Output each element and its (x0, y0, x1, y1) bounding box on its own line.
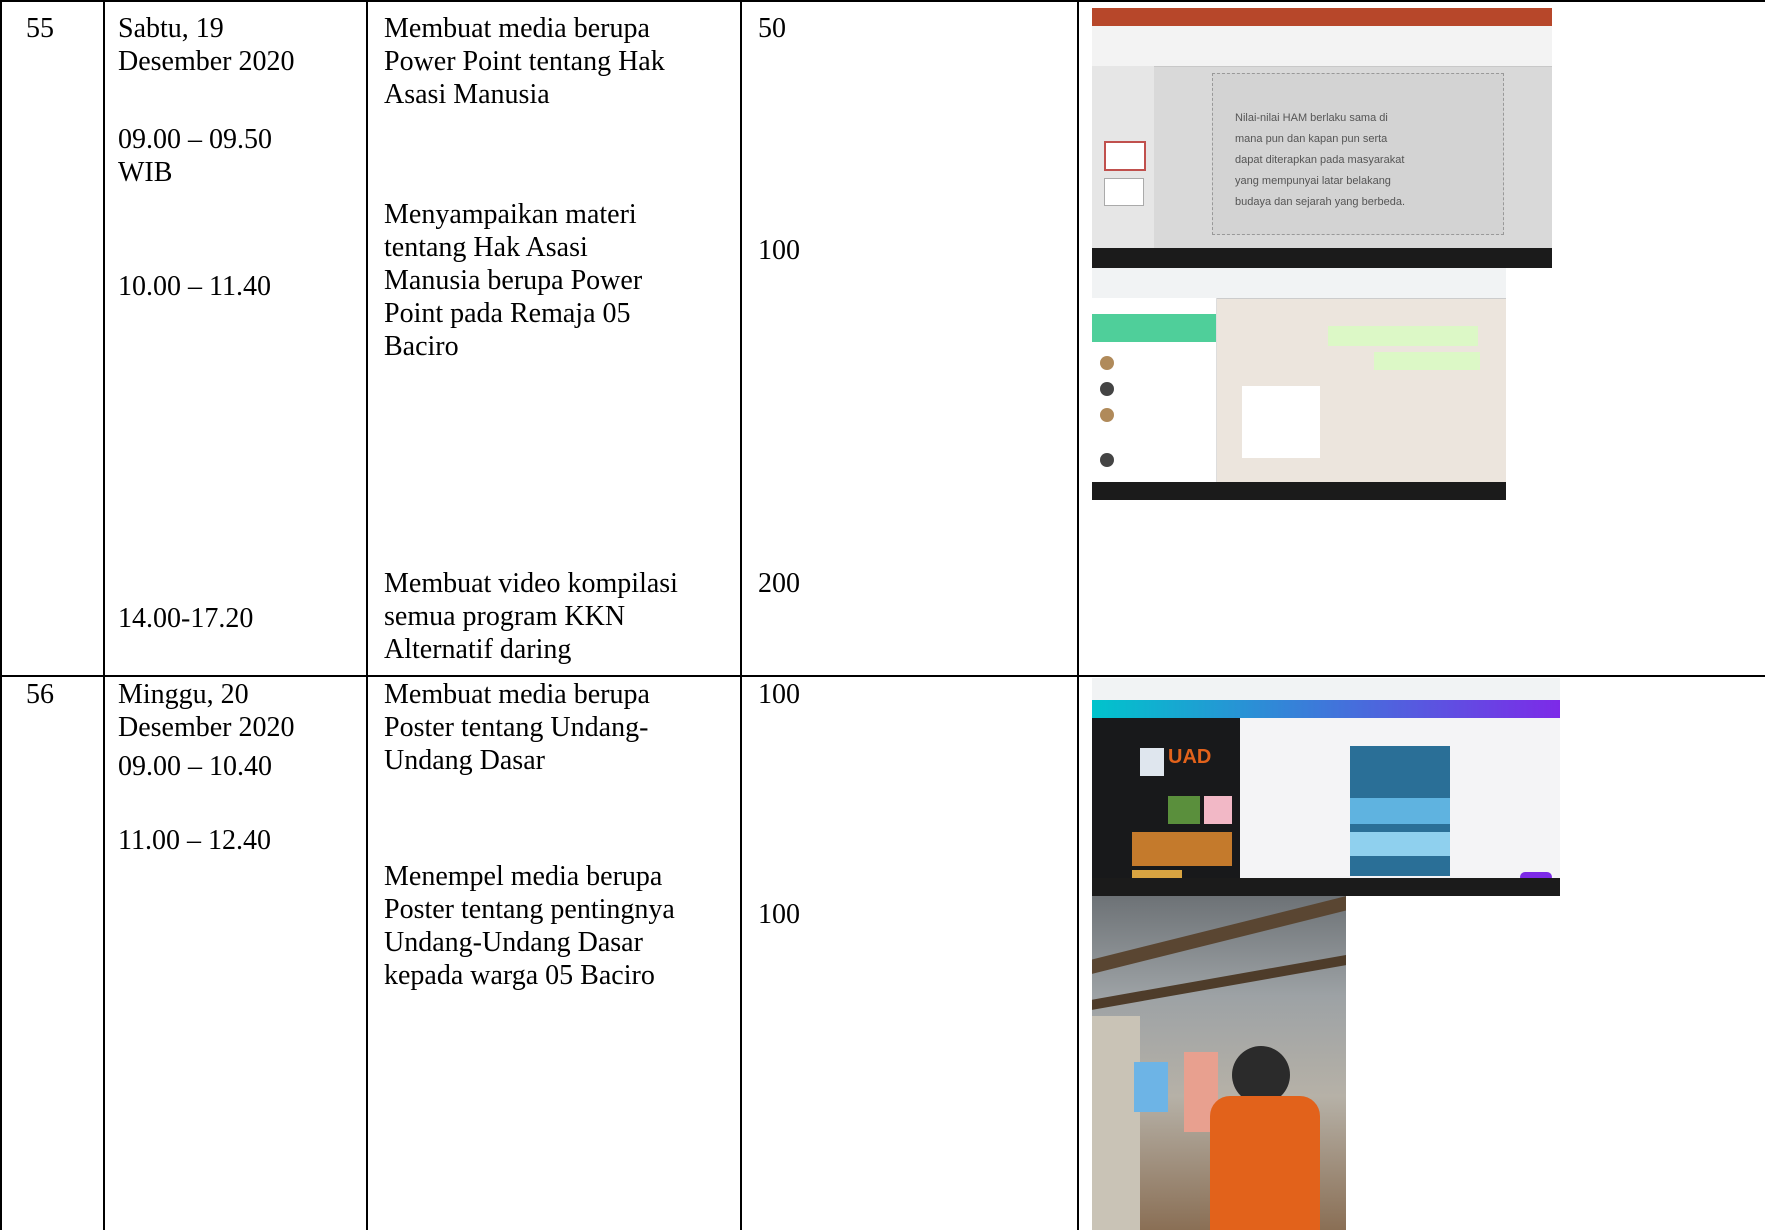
poster-sheet (1134, 1062, 1168, 1112)
windows-taskbar (1092, 482, 1506, 500)
activity-cell: Membuat media berupa Poster tentang Unda… (384, 679, 650, 776)
table-col-line (0, 0, 2, 1230)
whatsapp-screenshot (1092, 268, 1506, 500)
chat-avatar (1100, 356, 1114, 370)
table-col-line (103, 0, 105, 1230)
poster-canvas (1350, 746, 1450, 876)
value-cell: 200 (758, 568, 800, 599)
time-cell: 09.00 – 09.50 WIB (118, 124, 272, 188)
time-cell: 11.00 – 12.40 (118, 825, 271, 856)
poster-band (1350, 798, 1450, 824)
value-cell: 100 (758, 235, 800, 266)
message-bubble-outgoing (1374, 352, 1480, 370)
poster-band (1350, 832, 1450, 856)
table-col-line (740, 0, 742, 1230)
notification-banner (1092, 314, 1216, 342)
template-thumb (1140, 748, 1164, 776)
row-number: 56 (26, 679, 54, 710)
slide-thumbnail (1104, 141, 1146, 171)
table-col-line (1077, 0, 1079, 1230)
chat-list (1092, 298, 1217, 482)
row-number: 55 (26, 13, 54, 44)
message-bubble-outgoing (1328, 326, 1478, 346)
uad-logo: UAD (1168, 746, 1212, 768)
date-cell: Sabtu, 19 Desember 2020 (118, 13, 295, 77)
table-row-divider (0, 675, 1765, 677)
chat-avatar (1100, 408, 1114, 422)
message-bubble-incoming (1242, 386, 1320, 458)
browser-bar (1092, 268, 1506, 299)
time-cell: 14.00-17.20 (118, 603, 254, 634)
windows-taskbar (1092, 248, 1552, 268)
value-cell: 100 (758, 679, 800, 710)
template-thumb (1132, 832, 1232, 866)
canva-side-panel: UAD (1092, 718, 1240, 878)
ppt-title-bar (1092, 8, 1552, 26)
activity-cell: Menyampaikan materi tentang Hak Asasi Ma… (384, 199, 643, 362)
wall-pillar (1092, 1016, 1140, 1230)
poster-photo (1092, 896, 1346, 1230)
template-thumb (1204, 796, 1232, 824)
canva-screenshot: UAD (1092, 678, 1560, 896)
canva-toolbar (1092, 700, 1560, 718)
windows-taskbar (1092, 878, 1560, 896)
slide-body-text: Nilai-nilai HAM berlaku sama di mana pun… (1235, 112, 1406, 208)
time-cell: 09.00 – 10.40 (118, 751, 272, 782)
template-thumb (1168, 796, 1200, 824)
activity-cell: Menempel media berupa Poster tentang pen… (384, 861, 675, 991)
table-col-line (366, 0, 368, 1230)
browser-bar (1092, 678, 1560, 700)
chat-avatar (1100, 382, 1114, 396)
ppt-thumbnail-pane (1092, 66, 1154, 248)
slide-thumbnail (1104, 178, 1144, 206)
date-cell: Minggu, 20 Desember 2020 (118, 679, 295, 743)
ppt-ribbon (1092, 26, 1552, 67)
template-thumb (1132, 870, 1182, 878)
value-cell: 50 (758, 13, 786, 44)
time-cell: 10.00 – 11.40 (118, 271, 271, 302)
table-border-top (0, 0, 1765, 2)
powerpoint-screenshot: Nilai-nilai HAM berlaku sama di mana pun… (1092, 8, 1552, 268)
ppt-slide: Nilai-nilai HAM berlaku sama di mana pun… (1212, 73, 1504, 235)
value-cell: 100 (758, 899, 800, 930)
activity-cell: Membuat video kompilasi semua program KK… (384, 568, 678, 665)
chat-avatar (1100, 453, 1114, 467)
person-jacket (1210, 1096, 1320, 1230)
activity-cell: Membuat media berupa Power Point tentang… (384, 13, 665, 110)
